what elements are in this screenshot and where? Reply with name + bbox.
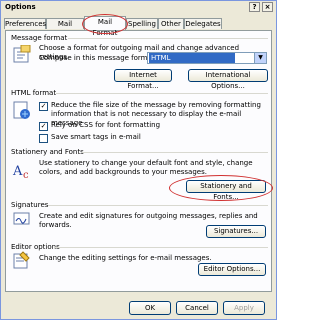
divider [54,247,268,248]
ok-button[interactable]: OK [129,301,171,315]
message-format-value: HTML [149,53,235,63]
svg-text:c: c [23,170,29,180]
tab-other[interactable]: Other [158,18,184,29]
save-smart-tags-checkbox[interactable] [39,134,48,143]
editor-options-button[interactable]: Editor Options... [198,263,266,276]
options-dialog: Options ? × Preferences Mail Setup Mail … [0,0,277,320]
international-options-button[interactable]: International Options... [188,69,268,90]
title-bar: Options ? × [1,1,276,13]
stationery-desc: Use stationery to change your default fo… [39,159,253,176]
editor-options-desc: Change the editing settings for e-mail m… [39,254,212,262]
help-button[interactable]: ? [249,2,260,12]
reduce-file-size-checkbox[interactable]: ✓ [39,102,48,111]
divider [82,152,268,153]
tab-mail-format[interactable]: Mail Format [84,16,126,37]
save-smart-tags-label: Save smart tags in e-mail [51,133,141,141]
signatures-heading: Signatures [11,201,49,209]
stationery-fonts-button[interactable]: Stationery and Fonts... [186,180,266,201]
divider [56,93,268,94]
html-format-heading: HTML format [11,89,57,97]
tab-mail-setup[interactable]: Mail Setup [46,18,84,39]
message-format-select[interactable]: HTML ▼ [147,52,267,64]
apply-button[interactable]: Apply [223,301,265,315]
stationery-heading: Stationery and Fonts [11,148,84,156]
message-format-icon [13,45,31,63]
editor-options-icon [13,251,30,269]
tab-delegates[interactable]: Delegates [184,18,222,29]
close-button[interactable]: × [262,2,273,12]
mail-format-panel: Message format Choose a format for outgo… [5,30,272,292]
signature-icon [13,212,30,225]
chevron-down-icon[interactable]: ▼ [254,53,266,63]
message-format-heading: Message format [11,34,68,42]
tab-preferences[interactable]: Preferences [4,18,46,29]
editor-options-heading: Editor options [11,243,60,251]
html-document-icon [13,101,30,119]
divider [48,205,268,206]
rely-on-css-checkbox[interactable]: ✓ [39,122,48,131]
signatures-button[interactable]: Signatures... [206,225,266,238]
compose-label: Compose in this message format: [39,54,157,62]
internet-format-button[interactable]: Internet Format... [114,69,172,90]
tab-spelling[interactable]: Spelling [126,18,158,29]
window-title: Options [5,3,36,11]
svg-text:A: A [12,164,23,179]
cancel-button[interactable]: Cancel [176,301,218,315]
stationery-fonts-icon: A c [12,164,29,180]
rely-on-css-label: Rely on CSS for font formatting [51,121,161,129]
